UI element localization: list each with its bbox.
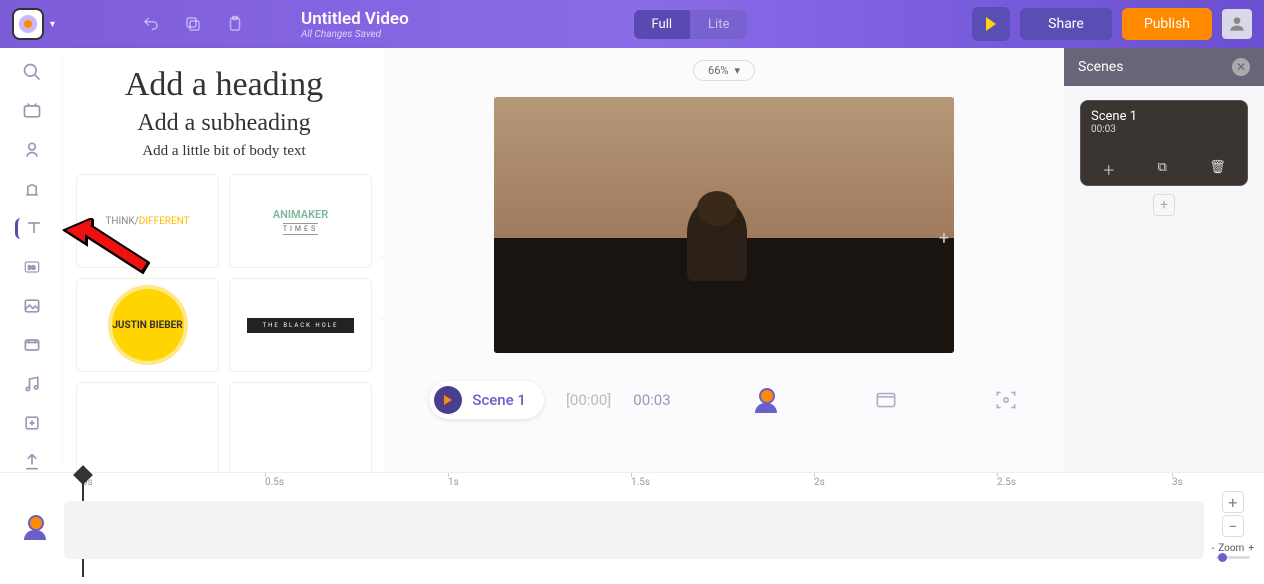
canvas-preview[interactable] xyxy=(494,97,954,353)
zoom-dropdown[interactable]: 66% ▾ xyxy=(693,60,755,81)
add-scene-inline-button[interactable]: + xyxy=(934,228,954,248)
logo-dropdown-icon[interactable]: ▾ xyxy=(50,19,55,30)
scene-name: Scene 1 xyxy=(472,391,526,409)
scene-controls: Scene 1 [00:00] 00:03 xyxy=(429,381,1018,419)
user-avatar[interactable] xyxy=(1222,9,1252,39)
tick: 3s xyxy=(1172,477,1183,488)
scene-duplicate-icon[interactable]: ⧉ xyxy=(1158,160,1167,179)
play-icon xyxy=(986,17,996,31)
copy-icon[interactable] xyxy=(177,8,209,40)
publish-button[interactable]: Publish xyxy=(1122,8,1212,40)
text-template-3[interactable]: JUSTIN BIEBER xyxy=(76,278,219,372)
mode-lite-button[interactable]: Lite xyxy=(690,10,747,39)
scene-card-name: Scene 1 xyxy=(1091,109,1237,124)
tick: 2.5s xyxy=(997,477,1016,488)
add-body-option[interactable]: Add a little bit of body text xyxy=(76,143,372,160)
tick: 1.5s xyxy=(631,477,650,488)
left-rail: BG xyxy=(0,48,64,472)
scenes-header: Scenes ✕ xyxy=(1064,48,1264,86)
undo-icon[interactable] xyxy=(135,8,167,40)
scene-card-1[interactable]: Scene 1 00:03 ＋ ⧉ 🗑 xyxy=(1080,100,1248,186)
text-template-2[interactable]: ANIMAKER TIMES xyxy=(229,174,372,268)
props-icon[interactable] xyxy=(15,179,49,200)
tutorial-arrow xyxy=(62,218,152,292)
preview-play-button[interactable] xyxy=(972,7,1010,41)
add-scene-button[interactable]: + xyxy=(1153,194,1175,216)
scene-play-button[interactable] xyxy=(434,386,462,414)
track-character-icon[interactable] xyxy=(24,515,48,539)
tick: 2s xyxy=(814,477,825,488)
zoom-plus[interactable]: + xyxy=(1248,543,1254,554)
add-subheading-option[interactable]: Add a subheading xyxy=(76,110,372,137)
svg-text:BG: BG xyxy=(28,265,36,271)
canvas-area: 66% ▾ + Scene 1 [00:00] 00:03 xyxy=(384,48,1064,472)
share-button[interactable]: Share xyxy=(1020,8,1112,40)
scene-settings-icon[interactable] xyxy=(873,387,899,413)
tpl2-line-b: TIMES xyxy=(283,223,318,235)
play-icon xyxy=(444,395,452,405)
zoom-value: 66% xyxy=(708,64,728,77)
time-current: [00:00] xyxy=(566,391,611,409)
scenes-title: Scenes xyxy=(1078,59,1123,75)
text-template-5[interactable] xyxy=(76,382,219,476)
project-title-block[interactable]: Untitled Video All Changes Saved xyxy=(301,9,409,40)
character-control-icon[interactable] xyxy=(755,388,779,412)
scenes-panel: Scenes ✕ Scene 1 00:03 ＋ ⧉ 🗑 + xyxy=(1064,48,1264,472)
scene-add-icon[interactable]: ＋ xyxy=(1102,160,1115,179)
time-total: 00:03 xyxy=(633,391,670,409)
timeline-ruler[interactable]: 0s 0.5s 1s 1.5s 2s 2.5s 3s xyxy=(0,473,1264,495)
app-logo[interactable] xyxy=(12,8,44,40)
mode-toggle: Full Lite xyxy=(634,10,748,39)
zoom-in-button[interactable]: + xyxy=(1222,491,1244,513)
zoom-out-button[interactable]: − xyxy=(1222,515,1244,537)
effects-icon[interactable] xyxy=(15,412,49,433)
character-icon[interactable] xyxy=(15,140,49,161)
music-icon[interactable] xyxy=(15,373,49,394)
tpl4-text: THE BLACK HOLE xyxy=(247,318,355,333)
timeline-track[interactable] xyxy=(64,501,1204,559)
image-icon[interactable] xyxy=(15,295,49,316)
camera-frame-icon[interactable] xyxy=(993,387,1019,413)
scene-card-duration: 00:03 xyxy=(1091,124,1237,135)
media-icon[interactable] xyxy=(15,101,49,122)
zoom-slider[interactable] xyxy=(1216,556,1250,559)
tpl2-line-a: ANIMAKER xyxy=(273,208,329,221)
tick: 0.5s xyxy=(265,477,284,488)
search-icon[interactable] xyxy=(15,62,49,83)
chevron-down-icon: ▾ xyxy=(734,64,740,77)
add-heading-option[interactable]: Add a heading xyxy=(76,66,372,104)
text-template-6[interactable] xyxy=(229,382,372,476)
top-bar: ▾ Untitled Video All Changes Saved Full … xyxy=(0,0,1264,48)
close-scenes-button[interactable]: ✕ xyxy=(1232,58,1250,76)
zoom-minus[interactable]: - xyxy=(1211,543,1214,554)
upload-icon[interactable] xyxy=(15,451,49,472)
tpl3-text: JUSTIN BIEBER xyxy=(112,289,184,361)
clipboard-icon[interactable] xyxy=(219,8,251,40)
scene-delete-icon[interactable]: 🗑 xyxy=(1209,160,1226,179)
text-template-4[interactable]: THE BLACK HOLE xyxy=(229,278,372,372)
timeline: 0s 0.5s 1s 1.5s 2s 2.5s 3s + − -Zoom+ xyxy=(0,472,1264,584)
scene-pill: Scene 1 xyxy=(429,381,544,419)
mode-full-button[interactable]: Full xyxy=(634,10,691,39)
main-area: BG Add a heading Add a subheading Add a … xyxy=(0,48,1264,472)
tick: 1s xyxy=(448,477,459,488)
timeline-zoom-controls: + − -Zoom+ xyxy=(1211,491,1254,559)
video-icon[interactable] xyxy=(15,334,49,355)
background-icon[interactable]: BG xyxy=(15,257,49,278)
text-icon[interactable] xyxy=(15,218,49,239)
project-title[interactable]: Untitled Video xyxy=(301,9,409,29)
save-status: All Changes Saved xyxy=(301,29,409,40)
